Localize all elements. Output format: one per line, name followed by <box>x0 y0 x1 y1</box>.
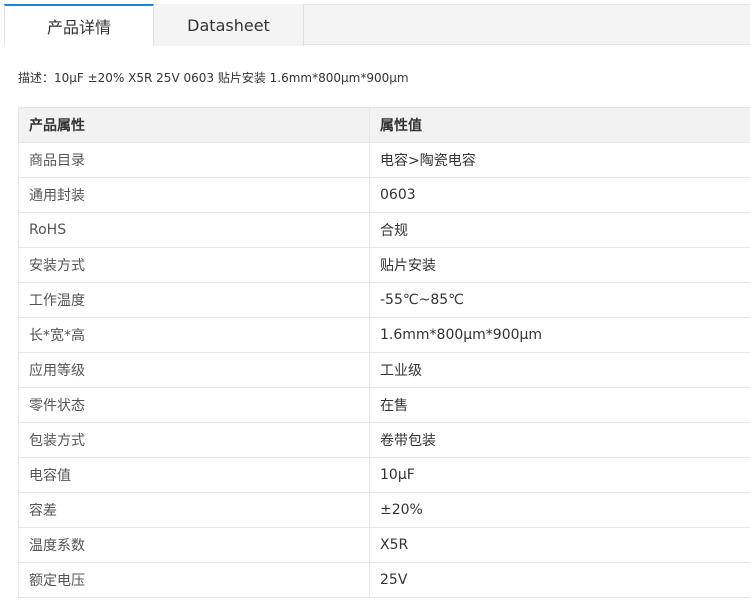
attribute-value: X5R <box>369 527 750 563</box>
table-row: 通用封装 0603 <box>18 177 750 213</box>
attribute-value: ±20% <box>369 492 750 528</box>
attribute-name: 长*宽*高 <box>18 317 370 353</box>
table-row: RoHS 合规 <box>18 212 750 248</box>
table-row: 工作温度 -55℃~85℃ <box>18 282 750 318</box>
attribute-value: 卷带包装 <box>369 422 750 458</box>
attribute-name: 应用等级 <box>18 352 370 388</box>
table-row: 包装方式 卷带包装 <box>18 422 750 458</box>
attribute-value: 1.6mm*800μm*900μm <box>369 317 750 353</box>
attribute-name: 零件状态 <box>18 387 370 423</box>
attribute-value: 0603 <box>369 177 750 213</box>
attribute-value: 电容>陶瓷电容 <box>369 142 750 178</box>
header-value: 属性值 <box>369 107 750 143</box>
table-row: 长*宽*高 1.6mm*800μm*900μm <box>18 317 750 353</box>
table-row: 商品目录 电容>陶瓷电容 <box>18 142 750 178</box>
attribute-value: 贴片安装 <box>369 247 750 283</box>
attribute-name: 电容值 <box>18 457 370 493</box>
table-row: 容差 ±20% <box>18 492 750 528</box>
attribute-name: 容差 <box>18 492 370 528</box>
attribute-name: 通用封装 <box>18 177 370 213</box>
table-row: 应用等级 工业级 <box>18 352 750 388</box>
table-row: 额定电压 25V <box>18 562 750 598</box>
attribute-value: -55℃~85℃ <box>369 282 750 318</box>
table-row: 温度系数 X5R <box>18 527 750 563</box>
attribute-name: 额定电压 <box>18 562 370 598</box>
spec-table: 产品属性 属性值 商品目录 电容>陶瓷电容 通用封装 0603 RoHS 合规 … <box>18 107 750 598</box>
table-row: 零件状态 在售 <box>18 387 750 423</box>
product-description: 描述：10μF ±20% X5R 25V 0603 贴片安装 1.6mm*800… <box>18 71 409 85</box>
attribute-value: 在售 <box>369 387 750 423</box>
tab-product-details[interactable]: 产品详情 <box>4 4 154 46</box>
attribute-value: 工业级 <box>369 352 750 388</box>
header-attribute: 产品属性 <box>18 107 370 143</box>
tab-bar: 产品详情 Datasheet <box>4 4 750 46</box>
attribute-name: 包装方式 <box>18 422 370 458</box>
attribute-value: 25V <box>369 562 750 598</box>
table-row: 安装方式 贴片安装 <box>18 247 750 283</box>
attribute-value: 合规 <box>369 212 750 248</box>
attribute-name: 温度系数 <box>18 527 370 563</box>
table-header-row: 产品属性 属性值 <box>18 107 750 143</box>
table-row: 电容值 10μF <box>18 457 750 493</box>
attribute-name: RoHS <box>18 212 370 248</box>
tab-datasheet[interactable]: Datasheet <box>154 4 304 46</box>
attribute-name: 商品目录 <box>18 142 370 178</box>
attribute-name: 安装方式 <box>18 247 370 283</box>
attribute-name: 工作温度 <box>18 282 370 318</box>
attribute-value: 10μF <box>369 457 750 493</box>
